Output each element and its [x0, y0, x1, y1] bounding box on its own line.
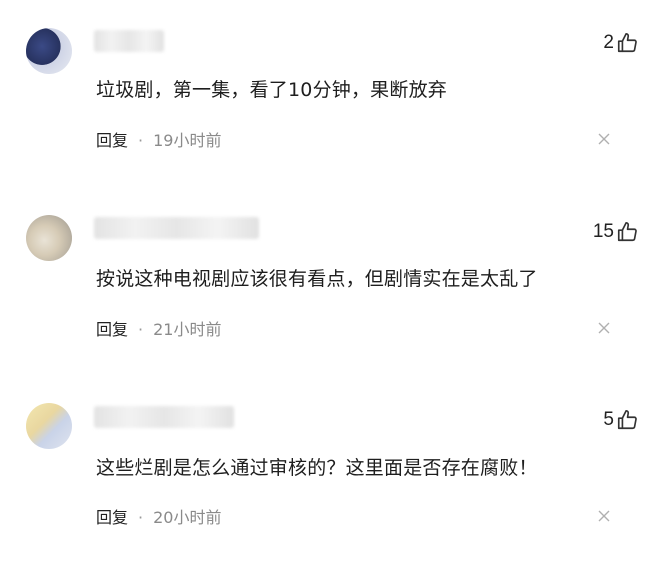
close-icon[interactable] [598, 133, 610, 145]
username-blurred[interactable] [94, 406, 234, 428]
reply-button[interactable]: 回复 [96, 508, 128, 527]
separator: · [138, 508, 144, 527]
username-blurred[interactable] [94, 217, 259, 239]
separator: · [138, 320, 144, 339]
comment-text: 垃圾剧，第一集，看了10分钟，果断放弃 [96, 79, 447, 101]
thumbs-up-icon[interactable] [616, 221, 638, 243]
like-count: 5 [603, 409, 614, 430]
comment-meta: 回复 · 19小时前 [96, 127, 221, 151]
timestamp: 21小时前 [153, 320, 222, 339]
thumbs-up-icon[interactable] [616, 409, 638, 431]
avatar[interactable] [26, 215, 72, 261]
comment-meta: 回复 · 20小时前 [96, 504, 221, 528]
thumbs-up-icon[interactable] [616, 32, 638, 54]
like-count: 2 [603, 32, 614, 53]
timestamp: 20小时前 [153, 508, 222, 527]
timestamp: 19小时前 [153, 131, 222, 150]
close-icon[interactable] [598, 322, 610, 334]
close-icon[interactable] [598, 510, 610, 522]
reply-button[interactable]: 回复 [96, 131, 128, 150]
avatar[interactable] [26, 28, 72, 74]
avatar[interactable] [26, 403, 72, 449]
username-blurred[interactable] [94, 30, 164, 52]
comment-text: 按说这种电视剧应该很有看点，但剧情实在是太乱了 [96, 268, 538, 290]
comment-text: 这些烂剧是怎么通过审核的？这里面是否存在腐败！ [96, 457, 538, 479]
comment-meta: 回复 · 21小时前 [96, 316, 221, 340]
separator: · [138, 131, 144, 150]
like-count: 15 [592, 221, 614, 242]
reply-button[interactable]: 回复 [96, 320, 128, 339]
